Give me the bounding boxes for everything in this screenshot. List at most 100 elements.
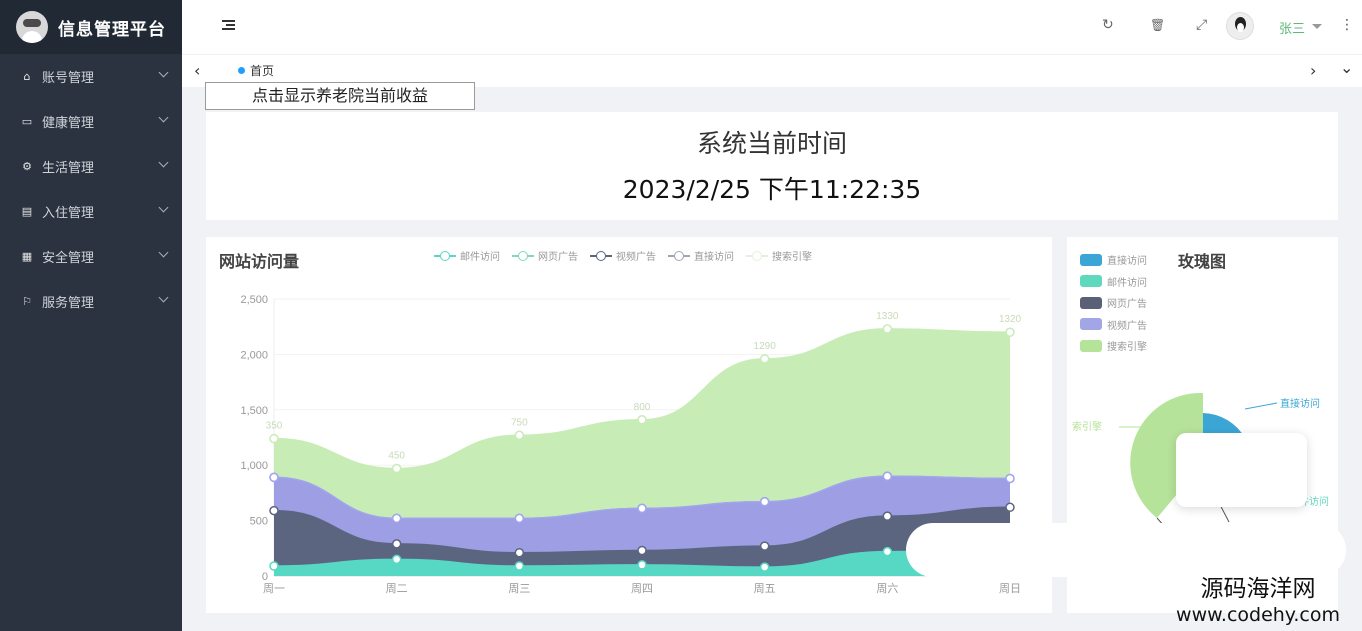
sidebar-item-checkin[interactable]: ▤ 入住管理 — [0, 189, 182, 234]
chevron-down-icon — [158, 157, 169, 168]
logo-icon — [16, 11, 48, 43]
watermark: 源码海洋网 www.codehy.com — [1158, 575, 1358, 627]
sidebar-item-life[interactable]: ⚙ 生活管理 — [0, 144, 182, 189]
file-icon: ▤ — [21, 205, 33, 218]
time-value: 2023/2/25 下午11:22:35 — [622, 175, 922, 204]
data-point — [514, 430, 525, 441]
rose-label-search: 索引擎 — [1072, 420, 1102, 433]
sidebar-item-label: 安全管理 — [42, 251, 95, 266]
avatar[interactable] — [1226, 12, 1254, 40]
data-point — [391, 513, 402, 524]
data-label: 750 — [511, 417, 528, 428]
top-header: ↻ 🗑 ⤢ 张三 ⋮ — [182, 0, 1362, 54]
data-point — [882, 324, 893, 334]
chevron-down-icon — [158, 112, 169, 123]
y-tick-label: 0 — [262, 571, 268, 583]
tab-home-label: 首页 — [250, 64, 275, 78]
x-tick-label: 周三 — [508, 582, 530, 595]
watermark-line2: www.codehy.com — [1176, 604, 1340, 626]
data-point — [391, 539, 402, 549]
home-icon: ⌂ — [23, 70, 31, 83]
data-point — [759, 354, 770, 364]
time-title: 系统当前时间 — [696, 129, 847, 158]
chart-tooltip — [1176, 433, 1307, 507]
data-point — [269, 561, 279, 571]
data-point — [1005, 502, 1015, 513]
data-point — [1005, 473, 1015, 484]
data-point — [637, 503, 647, 514]
chevron-down-icon — [158, 292, 169, 303]
show-revenue-button[interactable]: 点击显示养老院当前收益 — [205, 82, 475, 110]
data-point — [391, 554, 402, 565]
x-tick-label: 周二 — [386, 582, 408, 595]
menu-toggle-icon[interactable] — [222, 20, 235, 32]
x-tick-label: 周六 — [876, 582, 898, 595]
data-label: 800 — [634, 402, 651, 413]
data-point — [391, 463, 402, 474]
data-point — [759, 562, 770, 572]
data-point — [637, 560, 647, 570]
data-point — [882, 511, 893, 521]
brand: 信息管理平台 — [0, 0, 182, 54]
data-label: 1320 — [999, 314, 1022, 325]
data-label: 1290 — [754, 341, 777, 352]
sidebar-item-label: 健康管理 — [42, 116, 95, 131]
active-dot-icon — [238, 67, 245, 74]
y-tick-label: 2,500 — [240, 294, 268, 306]
x-tick-label: 周一 — [263, 582, 285, 595]
data-point — [637, 545, 647, 556]
chevron-down-icon — [158, 202, 169, 213]
rose-label-line — [1244, 402, 1278, 410]
sidebar-item-service[interactable]: ⚐ 服务管理 — [0, 279, 182, 324]
y-tick-label: 1,500 — [240, 405, 268, 417]
sidebar-item-label: 入住管理 — [42, 206, 95, 221]
refresh-icon[interactable]: ↻ — [1102, 17, 1114, 33]
x-tick-label: 周日 — [999, 582, 1021, 595]
tab-dropdown-icon[interactable]: ⌄ — [1340, 58, 1353, 77]
y-tick-label: 2,000 — [240, 349, 268, 361]
x-tick-label: 周五 — [754, 582, 776, 595]
caret-down-icon[interactable] — [1312, 24, 1322, 29]
x-tick-label: 周四 — [631, 582, 653, 595]
sidebar-item-security[interactable]: ▦ 安全管理 — [0, 234, 182, 279]
fullscreen-icon[interactable]: ⤢ — [1196, 17, 1207, 33]
more-vertical-icon[interactable]: ⋮ — [1340, 17, 1354, 33]
chevron-down-icon — [158, 247, 169, 258]
data-point — [637, 415, 647, 425]
data-label: 350 — [266, 421, 283, 432]
sidebar-item-label: 服务管理 — [42, 296, 95, 311]
sidebar-item-label: 生活管理 — [42, 161, 95, 176]
data-label: 1330 — [876, 311, 899, 322]
gears-icon: ⚙ — [22, 160, 32, 173]
sidebar-item-account[interactable]: ⌂ 账号管理 — [0, 54, 182, 99]
y-tick-label: 500 — [250, 516, 268, 528]
data-point — [759, 497, 770, 507]
tab-prev-icon[interactable]: ‹ — [194, 61, 200, 80]
sidebar: 信息管理平台 ⌂ 账号管理 ▭ 健康管理 ⚙ 生活管理 ▤ 入住管理 ▦ 安全管… — [0, 0, 182, 631]
data-point — [269, 505, 279, 516]
data-point — [269, 433, 279, 444]
flag-icon: ⚐ — [22, 295, 32, 308]
window-icon: ▭ — [21, 115, 33, 128]
data-point — [514, 513, 525, 524]
data-label: 450 — [388, 451, 405, 462]
rose-label-direct: 直接访问 — [1280, 397, 1320, 410]
data-point — [759, 541, 770, 551]
data-point — [514, 547, 525, 558]
tab-home[interactable]: 首页 — [238, 62, 274, 79]
chevron-down-icon — [158, 67, 169, 78]
y-tick-label: 1,000 — [240, 460, 268, 472]
calendar-icon: ▦ — [21, 250, 33, 263]
user-name[interactable]: 张三 — [1279, 18, 1305, 37]
app-title: 信息管理平台 — [58, 19, 166, 40]
data-point — [1005, 327, 1015, 337]
data-point — [269, 472, 279, 483]
watermark-line1: 源码海洋网 — [1200, 576, 1316, 602]
trash-icon[interactable]: 🗑 — [1150, 18, 1165, 32]
sidebar-item-label: 账号管理 — [42, 71, 95, 86]
data-point — [882, 546, 893, 557]
time-card: 系统当前时间 2023/2/25 下午11:22:35 — [206, 112, 1338, 220]
sidebar-item-health[interactable]: ▭ 健康管理 — [0, 99, 182, 144]
tab-next-icon[interactable]: › — [1310, 61, 1316, 80]
sidebar-menu: ⌂ 账号管理 ▭ 健康管理 ⚙ 生活管理 ▤ 入住管理 ▦ 安全管理 ⚐ 服务管… — [0, 54, 182, 324]
